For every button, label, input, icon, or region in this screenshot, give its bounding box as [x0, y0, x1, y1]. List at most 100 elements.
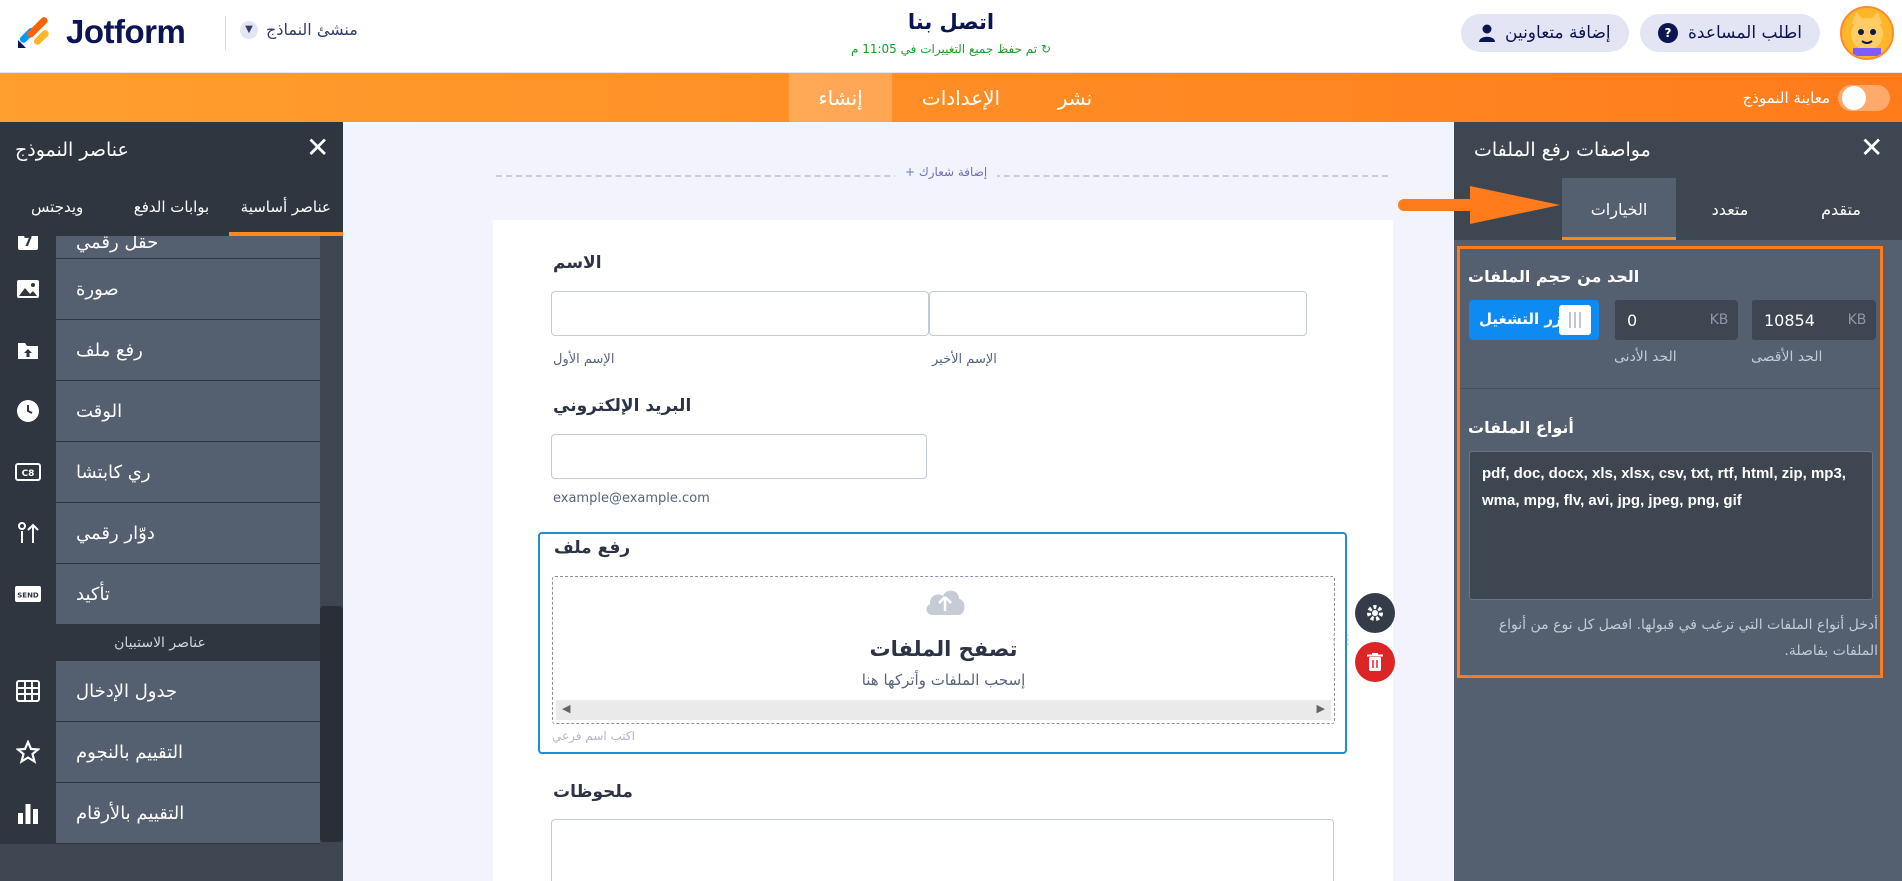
scroll-left-icon[interactable]: ◀: [562, 702, 570, 715]
max-size-field[interactable]: 10854 KB: [1751, 300, 1876, 340]
email-input[interactable]: [551, 434, 927, 479]
list-item-label: التقييم بالأرقام: [56, 783, 320, 843]
tab-advanced[interactable]: متقدم: [1784, 178, 1898, 240]
tab-multiple[interactable]: متعدد: [1676, 178, 1784, 240]
list-item-label: دوّار رقمي: [56, 503, 320, 563]
gear-icon: [1367, 605, 1383, 621]
list-item-submit[interactable]: SEND تأكيد: [0, 564, 320, 625]
list-item-label: جدول الإدخال: [56, 661, 320, 721]
add-collaborators-label: إضافة متعاونين: [1505, 23, 1611, 43]
scroll-right-icon[interactable]: ▶: [1317, 702, 1325, 715]
top-bar: Jotform ▼ منشئ النماذج اتصل بنا تم حفظ ج…: [0, 0, 1902, 73]
tab-widgets[interactable]: ويدجتس: [0, 178, 114, 236]
tab-basic[interactable]: عناصر أساسية: [228, 178, 344, 236]
get-help-button[interactable]: ? اطلب المساعدة: [1640, 14, 1821, 52]
tab-build[interactable]: إنشاء: [789, 73, 892, 122]
upload-icon: [0, 320, 56, 380]
field-settings-button[interactable]: [1355, 593, 1395, 633]
list-item-label: رفع ملف: [56, 320, 320, 380]
drag-handle-icon[interactable]: ⋮⋮: [1327, 632, 1355, 656]
list-item-time[interactable]: الوقت: [0, 381, 320, 442]
toggle-knob: [1559, 305, 1591, 335]
preview-toggle[interactable]: [1838, 85, 1890, 111]
preview-label: معاينة النموذج: [1742, 89, 1830, 107]
list-item-file-upload[interactable]: رفع ملف: [0, 320, 320, 381]
list-item-input-table[interactable]: جدول الإدخال: [0, 661, 320, 722]
delete-field-button[interactable]: [1355, 642, 1395, 682]
min-size-input[interactable]: 0: [1614, 300, 1700, 340]
cat-avatar-icon: [1851, 12, 1883, 56]
grid-icon: [0, 661, 56, 721]
tab-publish[interactable]: نشر: [1030, 73, 1120, 122]
scrollbar-thumb[interactable]: [320, 606, 343, 842]
max-size-label: الحد الأقصى: [1751, 349, 1823, 365]
add-collaborators-button[interactable]: إضافة متعاونين: [1461, 14, 1629, 52]
first-name-sublabel: الإسم الأول: [553, 352, 615, 367]
tab-payments[interactable]: بوابات الدفع: [114, 178, 228, 236]
form-elements-title: عناصر النموذج: [15, 139, 129, 161]
last-name-sublabel: الإسم الأخير: [932, 352, 997, 367]
trash-icon: [1367, 653, 1383, 671]
form-preview[interactable]: معاينة النموذج: [1743, 85, 1890, 111]
list-item-label: تأكيد: [56, 564, 320, 624]
close-icon[interactable]: ✕: [306, 134, 329, 162]
image-icon: [0, 259, 56, 319]
question-icon: ?: [1658, 23, 1678, 43]
cloud-upload-icon: [926, 590, 965, 615]
first-name-input[interactable]: [551, 291, 929, 336]
spinner-icon: [0, 503, 56, 563]
notes-textarea[interactable]: [551, 819, 1334, 881]
properties-title: مواصفات رفع الملفات: [1474, 139, 1651, 161]
clock-icon: [0, 381, 56, 441]
browse-files-label: تصفح الملفات: [869, 637, 1018, 661]
email-label: البريد الإلكتروني: [553, 396, 692, 416]
file-types-textarea[interactable]: pdf, doc, docx, xls, xlsx, csv, txt, rtf…: [1469, 451, 1873, 600]
list-item-star-rating[interactable]: التقييم بالنجوم: [0, 722, 320, 783]
toggle-label: زر التشغيل: [1479, 310, 1562, 328]
user-avatar[interactable]: [1840, 6, 1894, 60]
section-divider: [1460, 388, 1880, 389]
list-item-image[interactable]: صورة: [0, 259, 320, 320]
form-elements-panel: عناصر النموذج ✕ ويدجتس بوابات الدفع عناص…: [0, 122, 344, 881]
tab-settings[interactable]: الإعدادات: [892, 73, 1030, 122]
list-item-spinner[interactable]: دوّار رقمي: [0, 503, 320, 564]
list-item-label: الوقت: [56, 381, 320, 441]
star-icon: [0, 722, 56, 782]
captcha-icon: C8: [0, 442, 56, 502]
upload-label: رفع ملف: [554, 538, 631, 558]
max-size-input[interactable]: 10854: [1751, 300, 1838, 340]
toggle-knob: [1842, 86, 1866, 110]
size-limit-toggle[interactable]: زر التشغيل: [1469, 300, 1599, 340]
list-item-label: حقل رقمي: [56, 236, 320, 258]
bar-chart-icon: [0, 783, 56, 843]
file-types-hint: أدخل أنواع الملفات التي ترغب في قبولها. …: [1498, 617, 1878, 659]
list-item-label: صورة: [56, 259, 320, 319]
file-upload-field[interactable]: رفع ملف تصفح الملفات إسحب الملفات وأتركه…: [538, 532, 1347, 754]
upload-dropzone[interactable]: تصفح الملفات إسحب الملفات وأتركها هنا ◀ …: [552, 576, 1335, 724]
form-elements-header: عناصر النموذج ✕: [0, 122, 343, 178]
horizontal-scrollbar[interactable]: ◀ ▶: [556, 700, 1331, 720]
add-logo-link[interactable]: + إضافة شعارك: [895, 165, 998, 179]
list-item-label: التقييم بالنجوم: [56, 722, 320, 782]
list-item-recaptcha[interactable]: C8 ري كابتشا: [0, 442, 320, 503]
list-item-scale-rating[interactable]: التقييم بالأرقام: [0, 783, 320, 844]
close-icon[interactable]: ✕: [1860, 134, 1883, 162]
drag-drop-label: إسحب الملفات وأتركها هنا: [861, 671, 1026, 689]
element-list: 7 حقل رقمي صورة رفع ملف الوقت C8 ري كابت…: [0, 236, 320, 881]
survey-section-label: عناصر الاستبيان: [0, 625, 320, 661]
name-label: الاسم: [553, 253, 602, 273]
refresh-icon: ↻: [1040, 42, 1051, 56]
min-size-unit: KB: [1700, 300, 1738, 340]
user-icon: [1479, 24, 1495, 42]
number-7-icon: 7: [0, 236, 56, 258]
list-item-number[interactable]: 7 حقل رقمي: [0, 236, 320, 259]
last-name-input[interactable]: [929, 291, 1307, 336]
svg-text:SEND: SEND: [17, 592, 39, 600]
save-status-text: تم حفظ جميع التغييرات في 11:05 م: [850, 42, 1038, 56]
min-size-label: الحد الأدنى: [1614, 349, 1677, 365]
upload-sublabel-hint[interactable]: اكتب اسم فرعي: [552, 729, 635, 743]
tab-options[interactable]: الخيارات: [1562, 178, 1676, 240]
min-size-field[interactable]: 0 KB: [1614, 300, 1738, 340]
get-help-label: اطلب المساعدة: [1688, 23, 1803, 43]
properties-header: مواصفات رفع الملفات ✕: [1454, 122, 1902, 178]
